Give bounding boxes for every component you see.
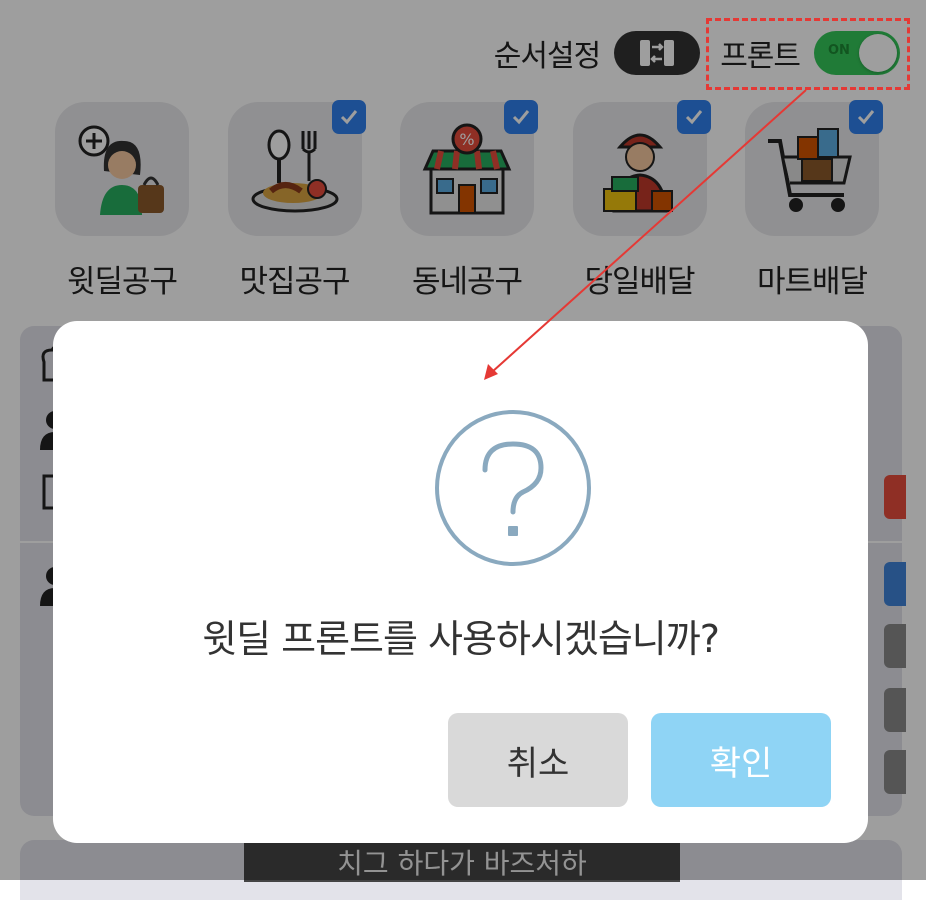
dialog-message: 윗딜 프론트를 사용하시겠습니까? (202, 617, 720, 661)
highlight-box (706, 18, 910, 90)
confirm-button[interactable]: 확인 (651, 713, 831, 807)
question-icon (435, 410, 591, 566)
confirm-dialog: 윗딜 프론트를 사용하시겠습니까? 취소 확인 (53, 321, 868, 843)
cancel-button[interactable]: 취소 (448, 713, 628, 807)
app-screen: 순서설정 프론트 ON 윗딜공구 맛집공구 % 동네공구 당일배달 마트배달 치… (0, 0, 926, 900)
